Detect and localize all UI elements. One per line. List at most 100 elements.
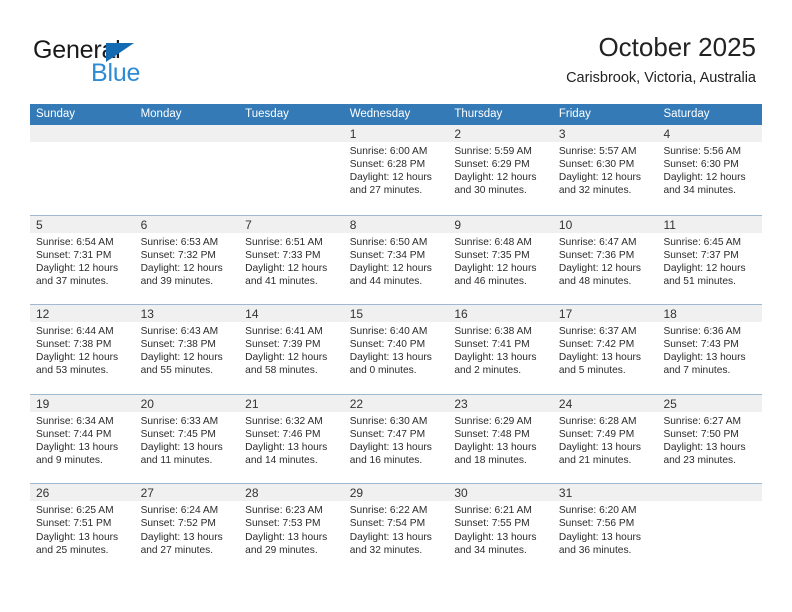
- sunset-text: Sunset: 7:49 PM: [558, 428, 635, 440]
- daylight-text-line2: and 34 minutes.: [663, 185, 736, 197]
- daylight-text-line1: Daylight: 13 hours: [349, 352, 432, 364]
- day-cell[interactable]: 4 Sunrise: 5:56 AM Sunset: 6:30 PM Daylight…: [657, 125, 763, 215]
- day-details: Sunrise: 5:57 AM Sunset: 6:30 PM Daylight:…: [553, 142, 658, 197]
- day-number: 2: [454, 127, 461, 141]
- day-cell[interactable]: 2 Sunrise: 5:59 AM Sunset: 6:29 PM Daylight…: [448, 125, 553, 215]
- daylight-text-line1: Daylight: 13 hours: [663, 352, 746, 364]
- day-cell[interactable]: 21 Sunrise: 6:32 AM Sunset: 7:46 PM Dayligh…: [239, 394, 344, 484]
- sunset-text: Sunset: 7:46 PM: [245, 428, 321, 440]
- day-cell[interactable]: 13 Sunrise: 6:43 AM Sunset: 7:38 PM Dayligh…: [134, 305, 240, 394]
- day-cell[interactable]: 6 Sunrise: 6:53 AM Sunset: 7:32 PM Daylight…: [134, 215, 240, 305]
- day-cell[interactable]: 3 Sunrise: 5:57 AM Sunset: 6:30 PM Daylight…: [552, 125, 658, 215]
- sunrise-text: Sunrise: 6:41 AM: [245, 326, 323, 338]
- day-cell[interactable]: 23 Sunrise: 6:29 AM Sunset: 7:48 PM Dayligh…: [448, 394, 553, 484]
- day-details: Sunrise: 6:54 AM Sunset: 7:31 PM Daylight:…: [30, 233, 135, 288]
- day-cell[interactable]: 1 Sunrise: 6:00 AM Sunset: 6:28 PM Daylight…: [343, 125, 449, 215]
- day-cell[interactable]: 7 Sunrise: 6:51 AM Sunset: 7:33 PM Daylight…: [239, 215, 344, 305]
- day-cell[interactable]: 5 Sunrise: 6:54 AM Sunset: 7:31 PM Daylight…: [30, 215, 135, 305]
- day-number-band: 8: [343, 215, 449, 233]
- daylight-text-line1: Daylight: 13 hours: [349, 531, 432, 543]
- day-cell[interactable]: 20 Sunrise: 6:33 AM Sunset: 7:45 PM Dayligh…: [134, 394, 240, 484]
- day-details: Sunrise: 6:50 AM Sunset: 7:34 PM Daylight:…: [344, 233, 449, 288]
- daylight-text-line1: Daylight: 12 hours: [349, 262, 432, 274]
- day-number-band: 7: [239, 215, 344, 233]
- sunrise-text: Sunrise: 6:32 AM: [245, 415, 323, 427]
- page-subtitle: Carisbrook, Victoria, Australia: [566, 69, 756, 86]
- day-details: Sunrise: 6:24 AM Sunset: 7:52 PM Daylight:…: [135, 501, 240, 556]
- day-details: Sunrise: 6:45 AM Sunset: 7:37 PM Daylight:…: [657, 233, 762, 288]
- sunset-text: Sunset: 7:53 PM: [245, 518, 321, 530]
- day-number-band: 2: [448, 125, 553, 142]
- day-cell[interactable]: 17 Sunrise: 6:37 AM Sunset: 7:42 PM Dayligh…: [552, 305, 658, 394]
- sunset-text: Sunset: 7:32 PM: [140, 249, 216, 261]
- daylight-text-line2: and 48 minutes.: [558, 275, 632, 287]
- day-cell[interactable]: 12 Sunrise: 6:44 AM Sunset: 7:38 PM Dayligh…: [30, 305, 135, 394]
- calendar-grid: Sunday Monday Tuesday Wednesday Thursday Frid…: [30, 104, 763, 573]
- sunset-text: Sunset: 7:47 PM: [349, 428, 426, 440]
- day-number-band: 25: [657, 394, 763, 412]
- daylight-text-line2: and 16 minutes.: [349, 455, 423, 467]
- day-cell[interactable]: 18 Sunrise: 6:36 AM Sunset: 7:43 PM Dayligh…: [657, 305, 763, 394]
- calendar-week-row: 19 Sunrise: 6:34 AM Sunset: 7:44 PM Dayligh…: [30, 393, 763, 484]
- day-number: 19: [36, 396, 50, 411]
- day-number-band: 1: [343, 125, 449, 142]
- sunrise-text: Sunrise: 6:43 AM: [140, 326, 219, 338]
- day-number-band: [30, 125, 135, 142]
- day-number: 25: [663, 396, 677, 411]
- day-cell[interactable]: 15 Sunrise: 6:40 AM Sunset: 7:40 PM Dayligh…: [343, 305, 449, 394]
- day-cell[interactable]: 16 Sunrise: 6:38 AM Sunset: 7:41 PM Dayligh…: [448, 305, 553, 394]
- day-number-band: 22: [343, 394, 449, 412]
- day-number-band: [134, 125, 240, 142]
- day-number: 12: [36, 307, 50, 322]
- sunrise-text: Sunrise: 6:20 AM: [558, 505, 637, 517]
- day-number-band: 10: [552, 215, 658, 233]
- daylight-text-line1: Daylight: 12 hours: [36, 262, 119, 274]
- day-number: 8: [349, 217, 357, 232]
- day-number: 14: [245, 307, 259, 322]
- day-number-band: 23: [448, 394, 553, 412]
- sunrise-text: Sunrise: 6:37 AM: [558, 326, 637, 338]
- sunset-text: Sunset: 6:30 PM: [558, 159, 635, 171]
- daylight-text-line2: and 29 minutes.: [245, 544, 318, 556]
- day-number: 9: [454, 217, 461, 232]
- sunrise-text: Sunrise: 6:38 AM: [454, 326, 532, 338]
- calendar-week-row: 1 Sunrise: 6:00 AM Sunset: 6:28 PM Daylight…: [30, 125, 763, 215]
- day-cell[interactable]: 29 Sunrise: 6:22 AM Sunset: 7:54 PM Dayligh…: [343, 484, 449, 573]
- daylight-text-line2: and 0 minutes.: [349, 365, 417, 377]
- sunrise-text: Sunrise: 5:59 AM: [454, 146, 532, 157]
- daylight-text-line1: Daylight: 12 hours: [663, 172, 746, 184]
- sunset-text: Sunset: 7:56 PM: [558, 518, 635, 530]
- sunrise-text: Sunrise: 6:54 AM: [36, 236, 114, 248]
- day-cell[interactable]: 19 Sunrise: 6:34 AM Sunset: 7:44 PM Dayligh…: [30, 394, 135, 484]
- day-cell[interactable]: 26 Sunrise: 6:25 AM Sunset: 7:51 PM Dayligh…: [30, 484, 135, 573]
- day-cell[interactable]: 30 Sunrise: 6:21 AM Sunset: 7:55 PM Dayligh…: [448, 484, 553, 573]
- day-cell[interactable]: 9 Sunrise: 6:48 AM Sunset: 7:35 PM Daylight…: [448, 215, 553, 305]
- day-details: Sunrise: 6:36 AM Sunset: 7:43 PM Daylight:…: [657, 322, 762, 377]
- day-number: 24: [558, 396, 573, 411]
- day-cell[interactable]: 10 Sunrise: 6:47 AM Sunset: 7:36 PM Dayligh…: [552, 215, 658, 305]
- day-cell[interactable]: 27 Sunrise: 6:24 AM Sunset: 7:52 PM Dayligh…: [134, 484, 240, 573]
- day-number-band: 19: [30, 394, 135, 412]
- weekday-header-thursday: Thursday: [454, 108, 503, 120]
- day-cell[interactable]: 22 Sunrise: 6:30 AM Sunset: 7:47 PM Dayligh…: [343, 394, 449, 484]
- day-details: Sunrise: 6:27 AM Sunset: 7:50 PM Daylight:…: [657, 412, 762, 467]
- day-details: Sunrise: 6:43 AM Sunset: 7:38 PM Daylight:…: [135, 322, 240, 377]
- daylight-text-line2: and 27 minutes.: [140, 544, 214, 556]
- day-details: Sunrise: 6:47 AM Sunset: 7:36 PM Daylight:…: [553, 233, 658, 288]
- day-cell[interactable]: 24 Sunrise: 6:28 AM Sunset: 7:49 PM Dayligh…: [552, 394, 658, 484]
- day-number-band: 26: [30, 484, 135, 502]
- day-cell[interactable]: 25 Sunrise: 6:27 AM Sunset: 7:50 PM Dayligh…: [657, 394, 763, 484]
- daylight-text-line1: Daylight: 13 hours: [454, 352, 537, 364]
- day-number: 26: [36, 486, 50, 501]
- sunset-text: Sunset: 7:48 PM: [454, 428, 530, 440]
- day-cell[interactable]: 8 Sunrise: 6:50 AM Sunset: 7:34 PM Daylight…: [343, 215, 449, 305]
- day-cell[interactable]: 14 Sunrise: 6:41 AM Sunset: 7:39 PM Dayligh…: [239, 305, 344, 394]
- day-number-band: 3: [552, 125, 658, 142]
- day-cell[interactable]: 11 Sunrise: 6:45 AM Sunset: 7:37 PM Dayligh…: [657, 215, 763, 305]
- day-details: Sunrise: 6:32 AM Sunset: 7:46 PM Daylight:…: [239, 412, 344, 467]
- weekday-header-wednesday: Wednesday: [349, 108, 411, 120]
- day-cell[interactable]: 31 Sunrise: 6:20 AM Sunset: 7:56 PM Dayligh…: [552, 484, 658, 573]
- daylight-text-line1: Daylight: 12 hours: [454, 172, 537, 184]
- day-cell[interactable]: 28 Sunrise: 6:23 AM Sunset: 7:53 PM Dayligh…: [239, 484, 344, 573]
- daylight-text-line1: Daylight: 13 hours: [36, 441, 119, 453]
